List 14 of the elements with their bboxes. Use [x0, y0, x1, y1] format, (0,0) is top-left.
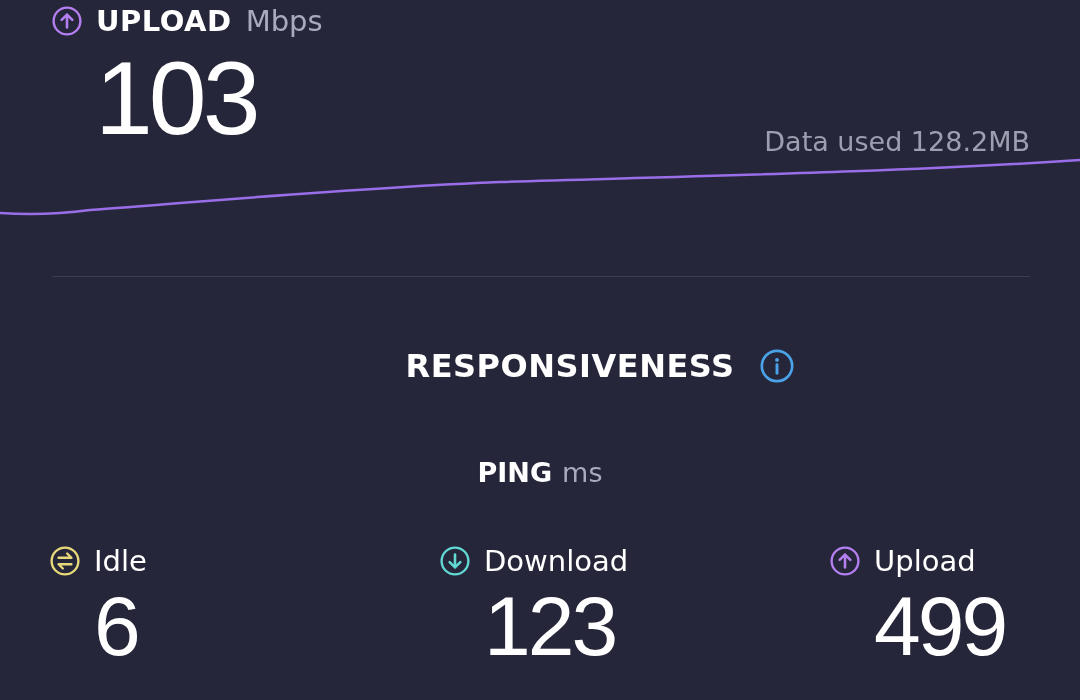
metric-label: Download	[484, 544, 629, 578]
metric-label: Upload	[874, 544, 976, 578]
ping-value: 123	[484, 584, 616, 668]
ping-heading: PING	[477, 457, 553, 488]
upload-heading: UPLOAD	[96, 4, 232, 38]
upload-unit: Mbps	[245, 4, 323, 38]
ping-value: 499	[874, 584, 1006, 668]
data-used-text: Data used 128.2MB	[764, 126, 1030, 157]
info-icon[interactable]	[760, 349, 795, 383]
upload-speed-value: 103	[95, 46, 257, 150]
responsiveness-heading: RESPONSIVENESS	[405, 347, 735, 385]
ping-value: 6	[94, 584, 138, 668]
ping-unit: ms	[562, 457, 603, 488]
metric-label: Idle	[94, 544, 147, 578]
